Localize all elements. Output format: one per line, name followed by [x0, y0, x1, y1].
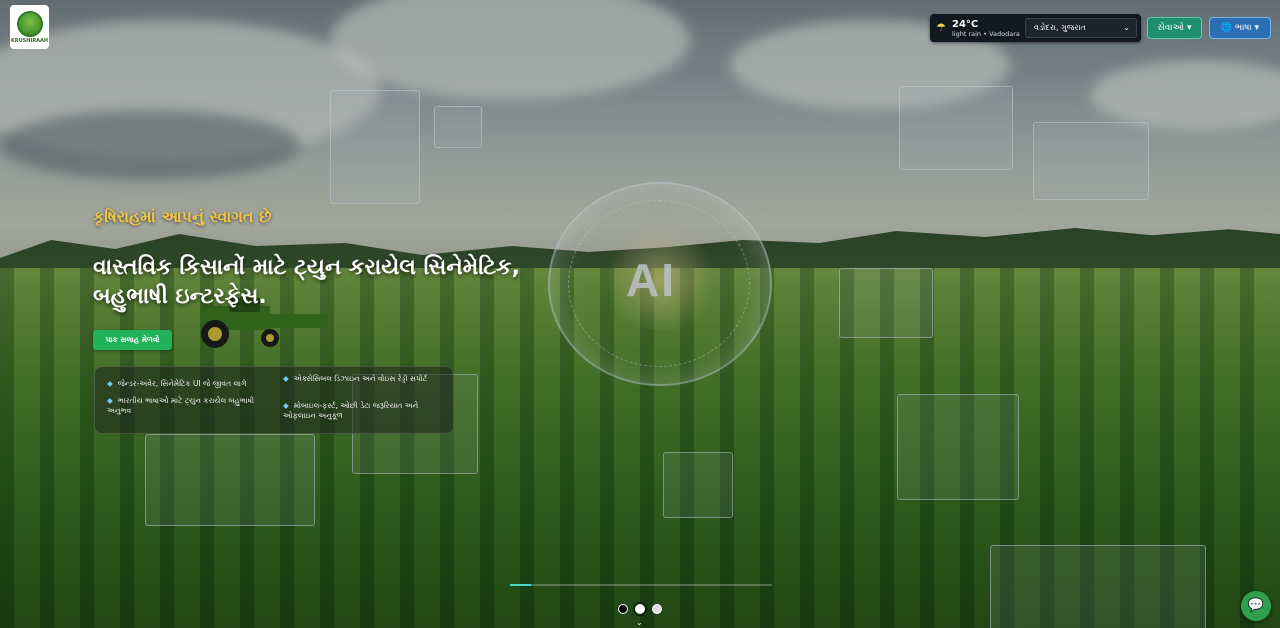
weather-widget: ☂ 24°C light rain • Vadodara વડોદરા, ગુજ…	[930, 14, 1141, 42]
services-dropdown-button[interactable]: સેવાઓ ▾	[1147, 17, 1202, 39]
features-card: ◆ જેન્ડર-અવેર, સિનેમેટિક UI જે જીવંત લાગે…	[94, 366, 454, 434]
city-select[interactable]: વડોદરા, ગુજરાત ⌄	[1025, 18, 1137, 38]
weather-temperature: 24°C	[952, 19, 979, 30]
welcome-heading: કૃષિરાહમાં આપનું સ્વાગત છે	[93, 207, 272, 226]
slide-progress-fill	[510, 584, 531, 586]
weather-location: Vadodara	[989, 30, 1020, 38]
hero-shade	[0, 0, 1280, 628]
cloud-rain-icon: ☂	[936, 21, 946, 34]
feature-item: ◆ એક્સેસિબલ ડિઝાઇન અને વોઇસ રેડ્ડી સપોર્ટ	[283, 374, 449, 384]
weather-separator: •	[983, 30, 987, 38]
site-logo[interactable]: KRUSHIRAAH	[10, 5, 49, 49]
chat-bubble-icon[interactable]: 💬	[1241, 591, 1271, 621]
caret-down-icon: ▾	[1186, 23, 1192, 33]
diamond-bullet-icon: ◆	[107, 396, 113, 405]
chevron-down-icon: ⌄	[1123, 23, 1130, 32]
language-dropdown-button[interactable]: 🌐 ભાષા ▾	[1209, 17, 1271, 39]
hero-headline: વાસ્તવિક કિસાનોં માટે ટ્યુન કરાયેલ સિનેમ…	[93, 255, 520, 309]
feature-text: મોબાઇલ-ફર્સ્ટ, ઓછી ડેટા જરૂરિયાત અને ઓફલ…	[283, 401, 419, 420]
leaf-logo-icon	[16, 10, 43, 37]
globe-icon: 🌐	[1220, 23, 1233, 33]
caret-down-icon: ▾	[1254, 23, 1260, 33]
feature-text: જેન્ડર-અવેર, સિનેમેટિક UI જે જીવંત લાગે	[117, 379, 247, 388]
city-select-value: વડોદરા, ગુજરાત	[1034, 23, 1086, 32]
carousel-dot-1[interactable]	[618, 604, 628, 614]
feature-item: ◆ જેન્ડર-અવેર, સિનેમેટિક UI જે જીવંત લાગે	[107, 379, 279, 389]
carousel-dot-3[interactable]	[652, 604, 662, 614]
diamond-bullet-icon: ◆	[107, 379, 113, 388]
diamond-bullet-icon: ◆	[283, 401, 289, 410]
carousel-dot-2[interactable]	[635, 604, 645, 614]
feature-text: એક્સેસિબલ ડિઝાઇન અને વોઇસ રેડ્ડી સપોર્ટ	[293, 374, 428, 383]
slide-progress-bar	[510, 584, 772, 586]
scroll-down-chevron-icon[interactable]: ⌄	[636, 618, 643, 627]
feature-item: ◆ મોબાઇલ-ફર્સ્ટ, ઓછી ડેટા જરૂરિયાત અને ઓફ…	[283, 401, 449, 421]
weather-condition: light rain • Vadodara	[952, 30, 1020, 38]
get-crop-advice-button[interactable]: પાક સલાહ મેળવો	[93, 330, 172, 350]
logo-text: KRUSHIRAAH	[10, 37, 49, 44]
hero-background: AI	[0, 0, 1280, 628]
feature-item: ◆ ભારતીય ભાષાઓ માટે ટ્યુન કરાયેલ બહુભાષી …	[107, 396, 279, 416]
services-label: સેવાઓ	[1157, 23, 1185, 33]
feature-text: ભારતીય ભાષાઓ માટે ટ્યુન કરાયેલ બહુભાષી અ…	[107, 396, 255, 415]
language-label: ભાષા	[1235, 23, 1252, 33]
diamond-bullet-icon: ◆	[283, 374, 289, 383]
weather-condition-text: light rain	[952, 30, 982, 38]
